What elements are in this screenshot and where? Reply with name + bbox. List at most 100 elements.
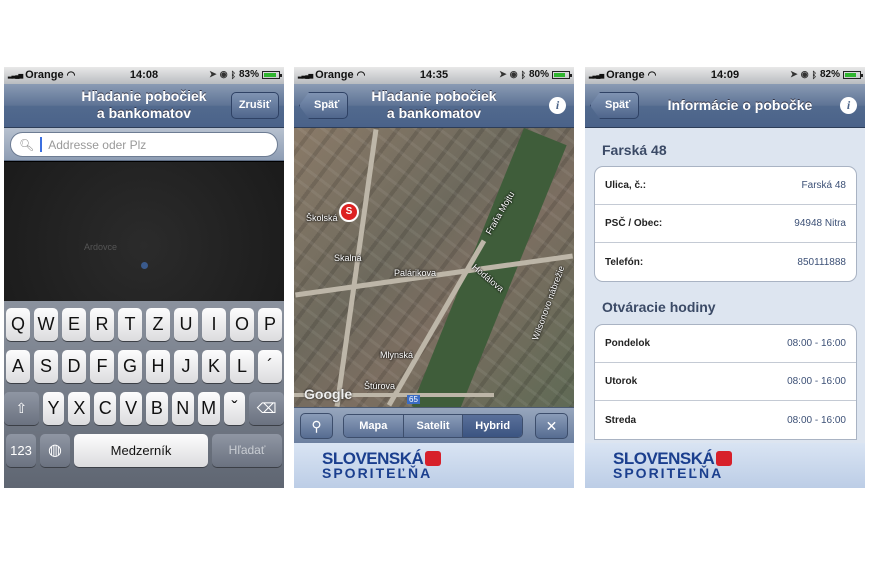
logo-emblem-icon (425, 451, 442, 466)
cancel-button[interactable]: Zrušiť (230, 92, 279, 119)
key[interactable]: C (94, 392, 117, 425)
table-row: Utorok 08:00 - 16:00 (595, 363, 856, 401)
bluetooth-icon: ᛒ (811, 69, 817, 80)
logo-footer: SLOVENSKÁ SPORITEĽŇA (585, 443, 865, 488)
battery-icon (843, 70, 863, 79)
key[interactable]: H (146, 350, 170, 383)
alarm-icon: ◉ (219, 69, 228, 79)
satellite-map[interactable]: Školská Skalná Palárikova Hodálova Mlyns… (294, 128, 574, 407)
key[interactable]: T (118, 308, 142, 341)
bank-logo: SLOVENSKÁ SPORITEĽŇA (322, 449, 442, 481)
key[interactable]: K (202, 350, 226, 383)
screen-map: ▂▃▄▅ Orange ◠ 14:35 ➤ ◉ ᛒ 80% Späť Hľadanie p… (294, 67, 574, 488)
status-bar: ▂▃▄▅ Orange ◠ 14:08 ➤ ◉ ᛒ 83% (4, 67, 284, 84)
map-toolbar: ⚲ Mapa Satelit Hybrid ✕ (294, 407, 574, 443)
key[interactable]: O (230, 308, 254, 341)
logo-line1: SLOVENSKÁ (322, 449, 424, 468)
key[interactable]: N (171, 392, 194, 425)
branch-pin[interactable]: S (339, 202, 359, 222)
map-label: Wilsonovo nábrežie (530, 264, 567, 342)
row-value: Farská 48 (801, 180, 846, 191)
info-icon[interactable]: i (549, 97, 566, 114)
search-bar: 🔍︎ (4, 128, 284, 161)
map-label: Palárikova (394, 268, 437, 278)
segment-satelit[interactable]: Satelit (403, 415, 464, 437)
row-value: 94948 Nitra (794, 218, 846, 229)
key[interactable]: M (197, 392, 220, 425)
segment-mapa[interactable]: Mapa (344, 415, 404, 437)
table-row[interactable]: Telefón: 850111888 (595, 243, 856, 281)
bluetooth-icon: ᛒ (520, 69, 526, 80)
map-label: Štúrova (364, 381, 396, 391)
map-label: Mlynská (380, 350, 414, 360)
key[interactable]: U (174, 308, 198, 341)
nav-title-line1: Hľadanie pobočiek (81, 88, 207, 104)
current-location-dot (141, 262, 148, 269)
key[interactable]: ´ (258, 350, 282, 383)
row-value: 08:00 - 16:00 (787, 376, 846, 387)
nav-title-line1: Hľadanie pobočiek (371, 88, 497, 104)
nav-title: Informácie o pobočke (667, 97, 813, 113)
battery-percent: 80% (528, 69, 549, 80)
row-label: PSČ / Obec: (605, 218, 663, 229)
key[interactable]: R (90, 308, 114, 341)
logo-footer: SLOVENSKÁ SPORITEĽŇA (294, 443, 574, 488)
battery-fill (845, 72, 857, 77)
hours-group: Pondelok 08:00 - 16:00 Utorok 08:00 - 16:0… (594, 324, 857, 440)
map-view[interactable]: Ardovce (4, 162, 284, 301)
location-icon: ➤ (790, 69, 798, 79)
info-icon[interactable]: i (840, 97, 857, 114)
numbers-key[interactable]: 123 (6, 434, 36, 467)
key[interactable]: X (68, 392, 91, 425)
search-icon: ⚲ (311, 418, 322, 434)
table-row: Pondelok 08:00 - 16:00 (595, 325, 856, 363)
key[interactable]: V (120, 392, 142, 425)
key[interactable]: D (62, 350, 86, 383)
road-number: 65 (407, 395, 420, 404)
delete-icon[interactable]: ⌫ (249, 392, 284, 425)
alarm-icon: ◉ (509, 69, 518, 79)
globe-icon[interactable]: ◍ (40, 434, 70, 467)
key[interactable]: G (118, 350, 142, 383)
key[interactable]: Z (146, 308, 170, 341)
key[interactable]: L (230, 350, 254, 383)
key[interactable]: E (62, 308, 86, 341)
search-key[interactable]: Hľadať (212, 434, 282, 467)
bluetooth-icon: ᛒ (230, 69, 236, 80)
key[interactable]: Q (6, 308, 30, 341)
key[interactable]: W (34, 308, 58, 341)
key[interactable]: Y (42, 392, 65, 425)
row-label: Streda (605, 414, 637, 426)
key[interactable]: S (34, 350, 58, 383)
shift-icon[interactable]: ⇧ (4, 392, 39, 425)
back-button[interactable]: Späť (590, 92, 640, 119)
space-key[interactable]: Medzerník (74, 434, 208, 467)
alarm-icon: ◉ (800, 69, 809, 79)
key[interactable]: P (258, 308, 282, 341)
nav-title-line2: a bankomatov (386, 105, 482, 121)
map-label: Školská (306, 213, 338, 223)
key[interactable]: F (90, 350, 114, 383)
screen-search: ▂▃▄▅ Orange ◠ 14:08 ➤ ◉ ᛒ 83% Hľadanie poboči… (4, 67, 284, 488)
row-label: Ulica, č.: (605, 180, 647, 191)
search-input[interactable] (48, 137, 249, 152)
table-row: PSČ / Obec: 94948 Nitra (595, 205, 856, 243)
key[interactable]: I (202, 308, 226, 341)
google-logo: Google (304, 386, 353, 402)
map-type-segmented-control: Mapa Satelit Hybrid (343, 414, 523, 438)
key[interactable]: B (146, 392, 168, 425)
search-field[interactable]: 🔍︎ (10, 132, 278, 157)
hours-title: Otváracie hodiny (602, 299, 716, 315)
screen-branch-info: ▂▃▄▅ Orange ◠ 14:09 ➤ ◉ ᛒ 82% Späť Informácie… (585, 67, 865, 488)
key[interactable]: J (174, 350, 198, 383)
close-button[interactable]: ✕ (535, 413, 568, 439)
battery-percent: 83% (238, 69, 259, 80)
battery-fill (554, 72, 566, 77)
search-button[interactable]: ⚲ (300, 413, 333, 439)
segment-hybrid[interactable]: Hybrid (463, 415, 522, 437)
key[interactable]: A (6, 350, 30, 383)
back-button[interactable]: Späť (299, 92, 349, 119)
key[interactable]: ˇ (223, 392, 246, 425)
battery-icon (262, 70, 282, 79)
row-label: Telefón: (605, 256, 644, 268)
